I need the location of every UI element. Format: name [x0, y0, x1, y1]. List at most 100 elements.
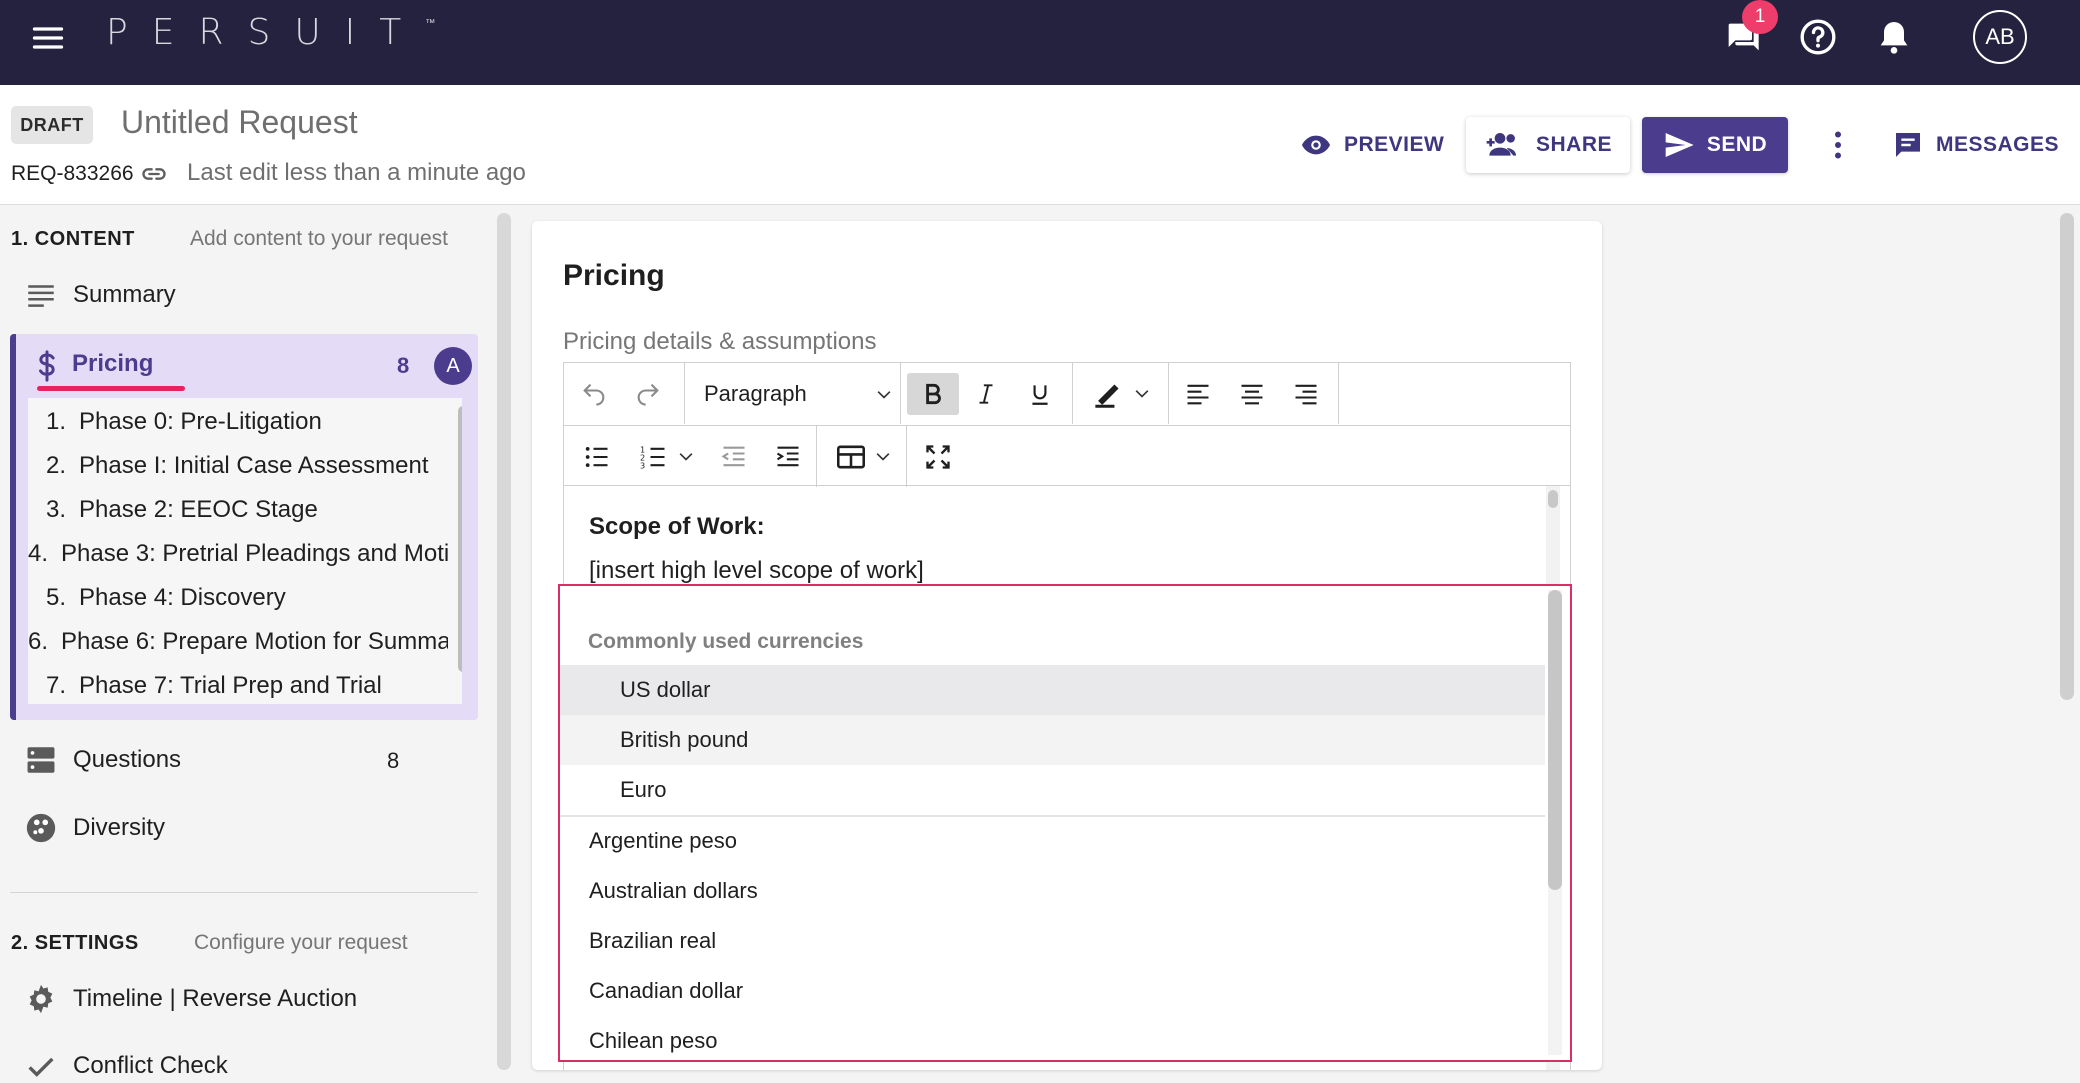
table-icon[interactable] — [824, 436, 904, 478]
sidebar-item-questions[interactable]: Questions — [24, 743, 181, 777]
list-item[interactable]: 4. Phase 3: Pretrial Pleadings and Motion… — [28, 532, 448, 576]
chevron-down-icon — [876, 453, 890, 461]
request-header: DRAFT Untitled Request REQ-833266 Last e… — [0, 85, 2080, 205]
sidebar-item-label: Questions — [73, 746, 182, 773]
scope-heading: Scope of Work: — [589, 513, 765, 540]
chevron-down-icon — [877, 391, 891, 399]
add-people-icon — [1486, 133, 1516, 156]
dropdown-group-label: Commonly used currencies — [588, 630, 864, 653]
currency-option[interactable]: Brazilian real — [560, 916, 1545, 966]
check-icon — [28, 1057, 54, 1077]
help-icon[interactable] — [1798, 17, 1838, 57]
numbered-list-icon[interactable]: 123 — [628, 436, 708, 478]
sidebar-item-label: Pricing — [72, 350, 154, 377]
preview-label: PREVIEW — [1344, 133, 1445, 156]
more-options-icon[interactable] — [1820, 125, 1856, 165]
list-item[interactable]: 6.Phase 6: Prepare Motion for Summary Ju… — [28, 620, 448, 664]
indent-icon[interactable] — [766, 436, 810, 478]
sidebar-item-diversity[interactable]: Diversity — [24, 811, 165, 845]
link-icon[interactable] — [140, 160, 168, 188]
list-item[interactable]: 2. Phase I: Initial Case Assessment — [28, 444, 448, 488]
align-right-icon[interactable] — [1284, 373, 1328, 415]
sidebar-item-label: Diversity — [73, 814, 166, 841]
field-label: Pricing details & assumptions — [563, 328, 877, 355]
persuit-logo[interactable]: PERSUIT™ — [106, 12, 435, 53]
send-button[interactable]: SEND — [1642, 117, 1788, 173]
gear-icon — [29, 984, 53, 1014]
active-indicator — [37, 386, 185, 391]
menu-icon[interactable] — [30, 20, 66, 56]
chevron-down-icon — [1135, 390, 1149, 398]
page-scrollbar[interactable] — [2060, 213, 2074, 700]
list-item[interactable]: 5. Phase 4: Discovery — [28, 576, 448, 620]
card-title: Pricing — [563, 259, 665, 292]
scope-text: [insert high level scope of work] — [589, 557, 924, 584]
divider — [10, 892, 478, 893]
currency-option[interactable]: Argentine peso — [560, 816, 1545, 866]
questions-count: 8 — [387, 748, 400, 773]
undo-icon[interactable] — [572, 373, 616, 415]
messages-label: MESSAGES — [1936, 133, 2060, 156]
toolbar-row: 123 — [564, 425, 1570, 487]
paragraph-style-select[interactable]: Paragraph — [704, 373, 904, 415]
italic-icon[interactable] — [964, 373, 1008, 415]
currency-option[interactable]: Canadian dollar — [560, 966, 1545, 1016]
request-title[interactable]: Untitled Request — [121, 104, 358, 141]
sidebar-item-pricing[interactable]: Pricing 8 A 1. Phase 0: Pre-Litigation 2.… — [10, 334, 478, 720]
align-left-icon[interactable] — [1176, 373, 1220, 415]
redo-icon[interactable] — [626, 373, 670, 415]
currency-option[interactable]: British pound — [560, 715, 1545, 765]
align-center-icon[interactable] — [1230, 373, 1274, 415]
toolbar-separator — [906, 426, 907, 487]
notifications-bell-icon[interactable] — [1874, 17, 1914, 57]
bulleted-list-icon[interactable] — [572, 436, 622, 478]
list-item[interactable]: 3. Phase 2: EEOC Stage — [28, 488, 448, 532]
pricing-count: 8 — [397, 353, 410, 378]
dollar-icon — [39, 350, 55, 382]
currency-option[interactable]: Euro — [560, 765, 1545, 815]
toolbar-separator — [1072, 363, 1073, 424]
outdent-icon[interactable] — [712, 436, 756, 478]
toolbar-separator — [900, 363, 901, 424]
last-edit-text: Last edit less than a minute ago — [187, 159, 526, 186]
messages-button[interactable]: MESSAGES — [1892, 123, 2059, 167]
editor-toolbar: Paragraph 1 2 3 — [563, 362, 1571, 487]
settings-section-hint: Configure your request — [194, 931, 408, 954]
highlight-color-icon[interactable] — [1082, 373, 1162, 415]
sidebar-item-timeline[interactable]: Timeline | Reverse Auction — [24, 982, 357, 1016]
currency-dropdown: Commonly used currencies US dollar Briti… — [558, 584, 1572, 1062]
toolbar-separator — [1338, 363, 1339, 424]
user-avatar[interactable]: AB — [1973, 10, 2027, 64]
bold-icon[interactable] — [907, 373, 959, 415]
preview-button[interactable]: PREVIEW — [1300, 123, 1444, 167]
questions-icon — [27, 747, 55, 773]
top-app-bar: PERSUIT™ 1 AB — [0, 0, 2080, 85]
sidebar-scrollbar[interactable] — [497, 213, 511, 1070]
sidebar-item-summary[interactable]: Summary — [24, 278, 176, 312]
assignee-avatar[interactable]: A — [434, 347, 472, 385]
status-badge: DRAFT — [11, 106, 93, 144]
fullscreen-icon[interactable] — [916, 436, 960, 478]
request-id: REQ-833266 — [11, 162, 134, 185]
settings-section-title: 2. SETTINGS — [11, 932, 139, 954]
toolbar-separator — [1168, 363, 1169, 424]
currency-option[interactable]: US dollar — [560, 665, 1545, 715]
sidebar-item-conflict-check[interactable]: Conflict Check — [24, 1049, 228, 1083]
dropdown-scrollbar[interactable] — [1548, 590, 1562, 1055]
list-item[interactable]: 7. Phase 7: Trial Prep and Trial — [28, 664, 448, 704]
underline-icon[interactable] — [1018, 373, 1062, 415]
chevron-down-icon — [679, 453, 693, 461]
phase-list: 1. Phase 0: Pre-Litigation 2. Phase I: Ini… — [28, 398, 462, 704]
share-button[interactable]: SHARE — [1466, 117, 1630, 173]
chat-badge: 1 — [1742, 0, 1778, 34]
content-section-title: 1. CONTENT — [11, 228, 135, 250]
currency-option[interactable]: Chilean peso — [560, 1016, 1545, 1060]
currency-option[interactable]: Australian dollars — [560, 866, 1545, 916]
scroll-thumb[interactable] — [1548, 590, 1562, 890]
eye-icon — [1302, 135, 1330, 155]
phase-list-scrollbar[interactable] — [458, 406, 462, 672]
send-label: SEND — [1706, 133, 1768, 156]
list-item[interactable]: 1. Phase 0: Pre-Litigation — [28, 400, 448, 444]
scroll-thumb[interactable] — [1548, 490, 1558, 508]
summary-icon — [28, 285, 54, 307]
